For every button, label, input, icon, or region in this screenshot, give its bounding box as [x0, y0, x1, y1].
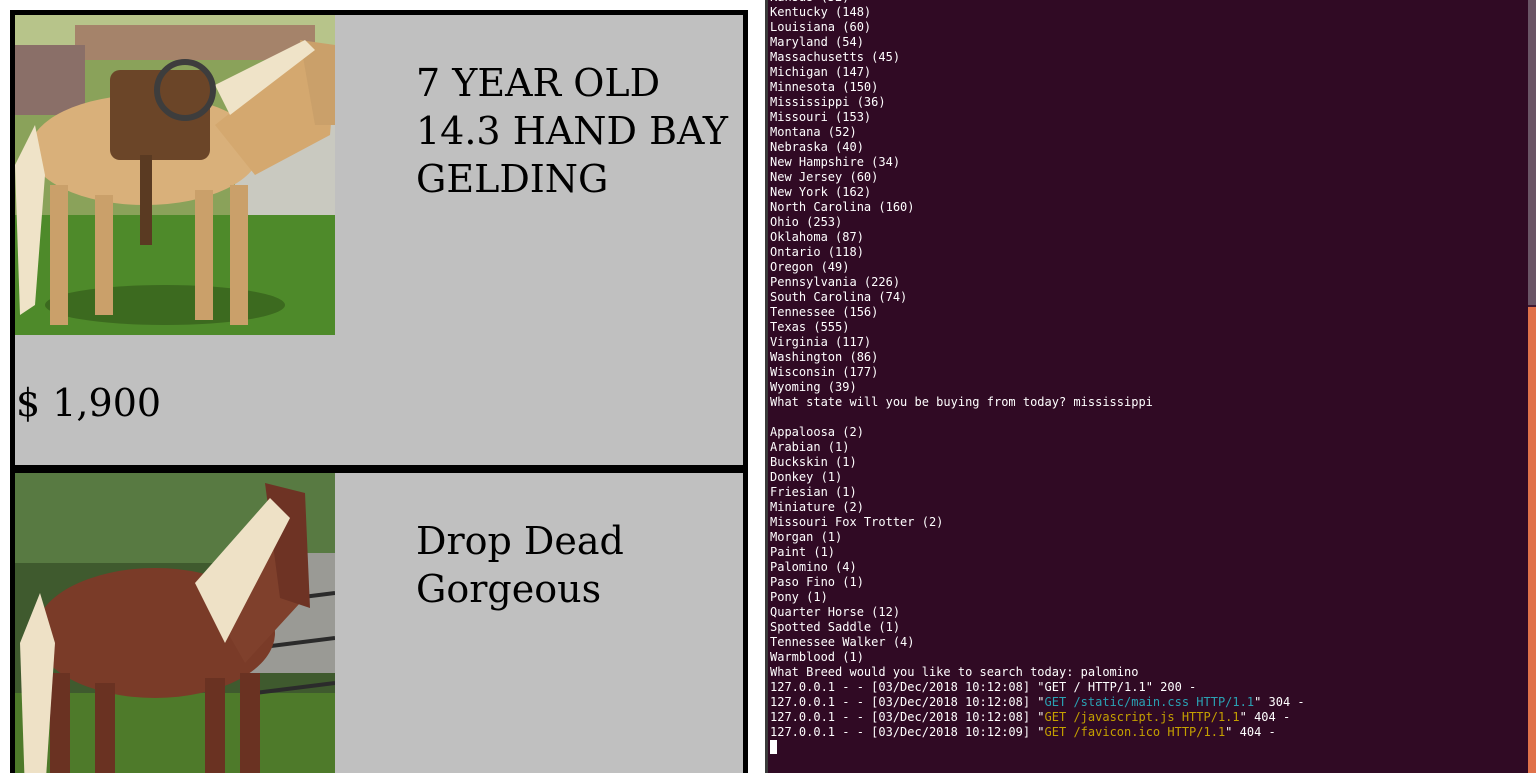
terminal-line: Missouri (153)	[770, 110, 872, 124]
terminal-line: What Breed would you like to search toda…	[770, 665, 1139, 679]
listing-title: 7 YEAR OLD 14.3 HAND BAY GELDING	[416, 61, 728, 201]
log-request: GET /javascript.js HTTP/1.1	[1044, 710, 1240, 724]
terminal-line: What state will you be buying from today…	[770, 395, 1153, 409]
terminal-line: Wyoming (39)	[770, 380, 857, 394]
terminal-line: Missouri Fox Trotter (2)	[770, 515, 944, 529]
terminal-blank-line	[770, 410, 1305, 425]
terminal-line: Massachusetts (45)	[770, 50, 901, 64]
terminal-line: Michigan (147)	[770, 65, 872, 79]
listing-card-body: 7 YEAR OLD 14.3 HAND BAY GELDING $ 1,900	[15, 15, 743, 465]
terminal-line: New York (162)	[770, 185, 872, 199]
terminal-line: Wisconsin (177)	[770, 365, 879, 379]
browser-page: 7 YEAR OLD 14.3 HAND BAY GELDING $ 1,900	[0, 0, 768, 773]
horse-photo[interactable]	[15, 15, 335, 335]
listing-price: $ 1,900	[16, 381, 162, 425]
terminal-line: Paso Fino (1)	[770, 575, 864, 589]
terminal-line: Tennessee Walker (4)	[770, 635, 915, 649]
terminal-line: New Jersey (60)	[770, 170, 879, 184]
terminal-line: Morgan (1)	[770, 530, 843, 544]
terminal-line: Montana (52)	[770, 125, 857, 139]
server-log-line: 127.0.0.1 - - [03/Dec/2018 10:12:08] "GE…	[770, 680, 1305, 695]
log-prefix: 127.0.0.1 - - [03/Dec/2018 10:12:08] "	[770, 710, 1045, 724]
terminal-line: Oklahoma (87)	[770, 230, 864, 244]
terminal-line: Ontario (118)	[770, 245, 864, 259]
terminal-line: Mississippi (36)	[770, 95, 886, 109]
terminal-line: Spotted Saddle (1)	[770, 620, 901, 634]
horse-photo[interactable]	[15, 473, 335, 773]
listing-card-body: Drop Dead Gorgeous	[15, 473, 743, 773]
terminal-line: Virginia (117)	[770, 335, 872, 349]
terminal-line: New Hampshire (34)	[770, 155, 901, 169]
chestnut-horse-image	[15, 473, 335, 773]
log-suffix: " 404 -	[1239, 710, 1291, 724]
terminal-line: Louisiana (60)	[770, 20, 872, 34]
server-log-line: 127.0.0.1 - - [03/Dec/2018 10:12:08] "GE…	[770, 710, 1305, 725]
terminal-line: Nebraska (40)	[770, 140, 864, 154]
terminal-line: Pony (1)	[770, 590, 828, 604]
terminal-line: Oregon (49)	[770, 260, 850, 274]
terminal-line: Paint (1)	[770, 545, 836, 559]
listing-title: Drop Dead Gorgeous	[416, 519, 624, 611]
terminal-line: Maryland (54)	[770, 35, 864, 49]
log-prefix: 127.0.0.1 - - [03/Dec/2018 10:12:08] "	[770, 695, 1045, 709]
terminal-line: Warmblood (1)	[770, 650, 864, 664]
log-suffix: " 404 -	[1225, 725, 1276, 739]
terminal-cursor	[770, 740, 777, 754]
log-request: GET / HTTP/1.1	[1044, 680, 1146, 694]
terminal-line: Buckskin (1)	[770, 455, 857, 469]
terminal-scrollbar-upper	[1528, 0, 1536, 305]
log-prefix: 127.0.0.1 - - [03/Dec/2018 10:12:09] "	[770, 725, 1045, 739]
terminal-line: Texas (555)	[770, 320, 850, 334]
terminal-line: Washington (86)	[770, 350, 879, 364]
terminal-line: Friesian (1)	[770, 485, 857, 499]
server-log-line: 127.0.0.1 - - [03/Dec/2018 10:12:08] "GE…	[770, 695, 1305, 710]
log-suffix: " 200 -	[1145, 680, 1197, 694]
terminal-line: Pennsylvania (226)	[770, 275, 901, 289]
terminal-line: Tennessee (156)	[770, 305, 879, 319]
terminal-line: Donkey (1)	[770, 470, 843, 484]
terminal-window[interactable]: Kansas (52)Kentucky (148)Louisiana (60)M…	[768, 0, 1536, 773]
horse-listing-card[interactable]: Drop Dead Gorgeous	[10, 468, 748, 773]
horse-listing-card[interactable]: 7 YEAR OLD 14.3 HAND BAY GELDING $ 1,900	[10, 10, 748, 470]
server-log-line: 127.0.0.1 - - [03/Dec/2018 10:12:09] "GE…	[770, 725, 1305, 740]
log-request: GET /favicon.ico HTTP/1.1	[1044, 725, 1226, 739]
terminal-line: Miniature (2)	[770, 500, 864, 514]
terminal-prompt-line[interactable]	[770, 740, 1305, 755]
terminal-line: Ohio (253)	[770, 215, 843, 229]
terminal-line: Arabian (1)	[770, 440, 850, 454]
terminal-line: Appaloosa (2)	[770, 425, 864, 439]
terminal-output: Kansas (52)Kentucky (148)Louisiana (60)M…	[770, 0, 1305, 755]
terminal-line: Palomino (4)	[770, 560, 857, 574]
log-prefix: 127.0.0.1 - - [03/Dec/2018 10:12:08] "	[770, 680, 1045, 694]
terminal-line: Minnesota (150)	[770, 80, 879, 94]
palomino-horse-image	[15, 15, 335, 335]
log-request: GET /static/main.css HTTP/1.1	[1044, 695, 1255, 709]
log-suffix: " 304 -	[1254, 695, 1305, 709]
terminal-line: Quarter Horse (12)	[770, 605, 901, 619]
terminal-scrollbar-thumb[interactable]	[1528, 307, 1536, 773]
terminal-line: South Carolina (74)	[770, 290, 908, 304]
terminal-line: North Carolina (160)	[770, 200, 915, 214]
terminal-line: Kentucky (148)	[770, 5, 872, 19]
